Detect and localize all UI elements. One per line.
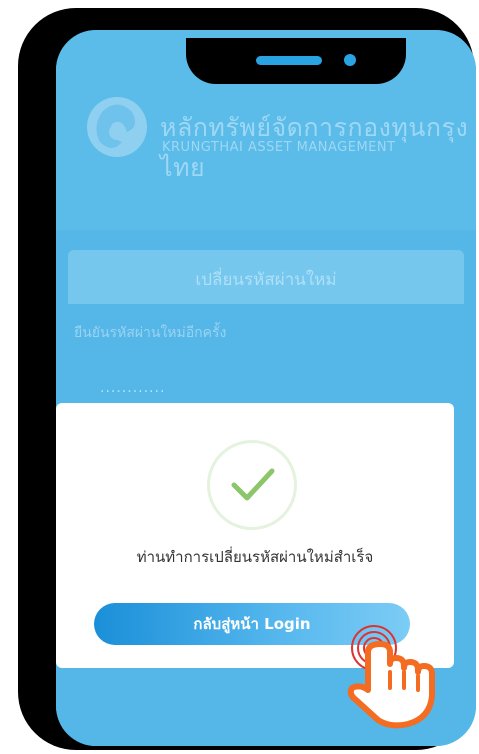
success-message: ท่านทำการเปลี่ยนรหัสผ่านใหม่สำเร็จ	[136, 548, 374, 566]
speaker-icon	[256, 56, 322, 65]
tap-hand-icon	[347, 625, 435, 729]
check-icon	[231, 468, 275, 501]
change-password-card-header: เปลี่ยนรหัสผ่านใหม่	[68, 250, 464, 304]
ktam-logo-icon	[87, 97, 147, 157]
phone-notch	[186, 38, 406, 84]
brand-english-name: KRUNGTHAI ASSET MANAGEMENT	[162, 140, 396, 155]
success-check-circle	[207, 440, 297, 530]
confirm-password-field[interactable]: ............	[100, 380, 165, 396]
confirm-password-label: ยืนยันรหัสผ่านใหม่อีกครั้ง	[74, 325, 227, 341]
camera-icon	[344, 54, 356, 66]
card-title: เปลี่ยนรหัสผ่านใหม่	[195, 270, 337, 290]
